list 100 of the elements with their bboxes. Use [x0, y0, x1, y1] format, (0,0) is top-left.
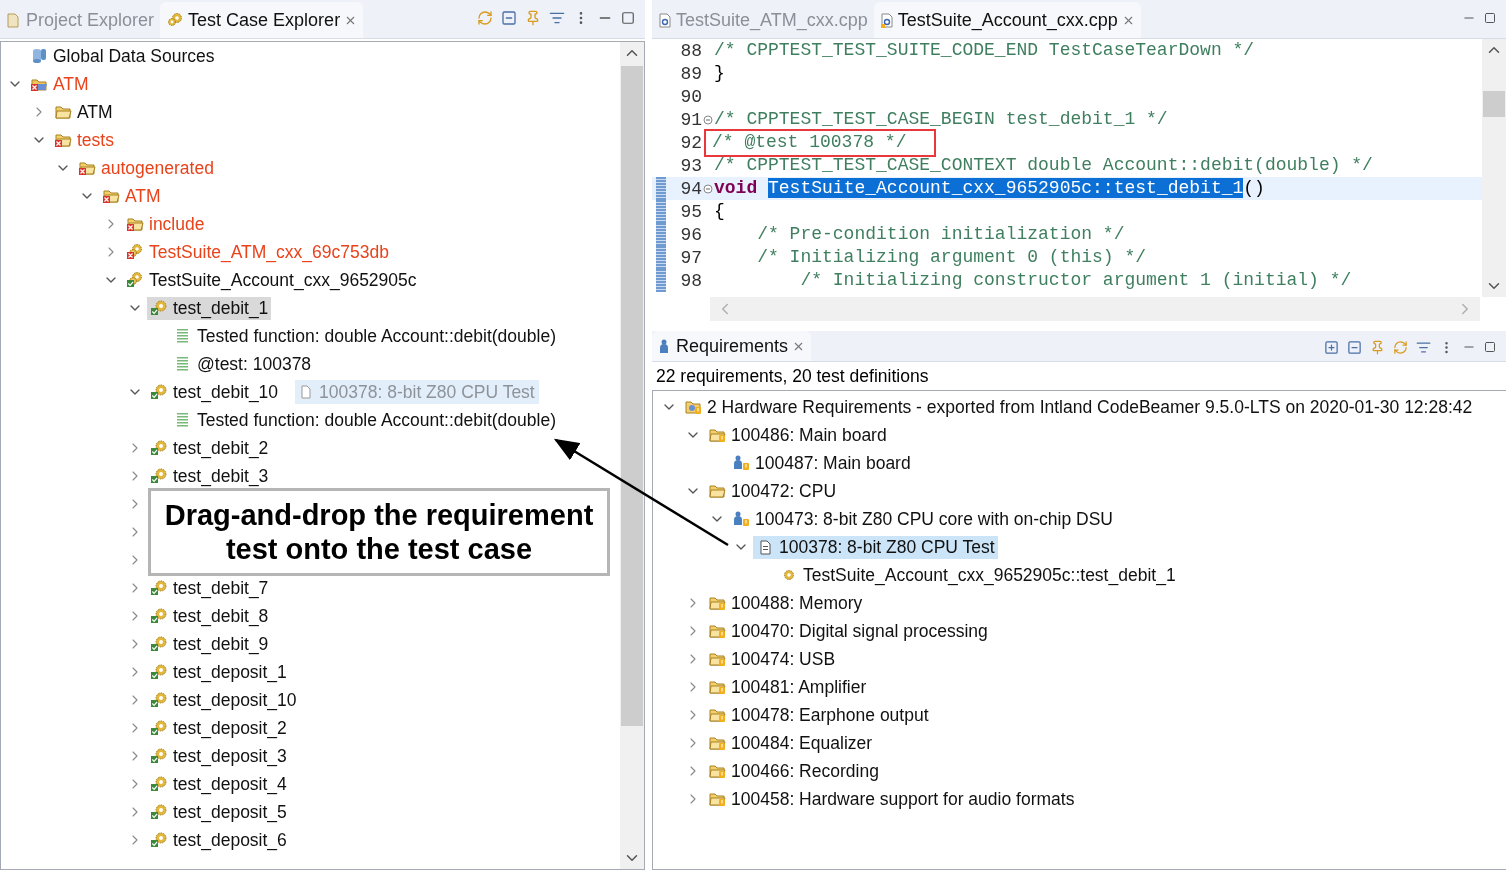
- tree-item[interactable]: test_deposit_3: [147, 744, 290, 768]
- line-number: 97: [679, 247, 702, 268]
- tree-item[interactable]: test_deposit_5: [147, 800, 290, 824]
- scrollbar[interactable]: [620, 42, 644, 869]
- tree-item[interactable]: test_debit_2: [147, 436, 272, 460]
- fold-icon[interactable]: [703, 183, 713, 194]
- tree-item[interactable]: test_deposit_6: [147, 828, 290, 852]
- gears-icon: [126, 243, 144, 261]
- tree-item[interactable]: tests: [51, 128, 117, 152]
- tree-item[interactable]: 100484: Equalizer: [705, 731, 876, 755]
- tree-item[interactable]: ATM: [99, 184, 164, 208]
- folder-icon: [708, 762, 726, 780]
- tree-item[interactable]: Global Data Sources: [27, 44, 218, 68]
- code-line: /* CPPTEST_TEST_SUITE_CODE_END TestCaseTearDown */: [714, 39, 1255, 62]
- tree-item[interactable]: Tested function: double Account::debit(double): [171, 324, 559, 348]
- page-icon: [299, 384, 314, 400]
- tree-item[interactable]: 100470: Digital signal processing: [705, 619, 991, 643]
- maximize-icon[interactable]: [1484, 341, 1496, 353]
- tree-item[interactable]: 2 Hardware Requirements - exported from Intland CodeBeamer 9.5.0-LTS on 2020-01-30 12:28:42: [681, 395, 1476, 419]
- gear-icon: [150, 803, 168, 821]
- line-number: 94: [679, 178, 702, 199]
- tree-item[interactable]: test_deposit_1: [147, 660, 290, 684]
- folder-icon: [708, 650, 726, 668]
- tree-item[interactable]: 100488: Memory: [705, 591, 866, 615]
- folder-icon: [708, 706, 726, 724]
- tree-item[interactable]: TestSuite_Account_cxx_9652905c: [123, 268, 420, 292]
- maximize-icon[interactable]: [621, 11, 635, 25]
- tree-item[interactable]: TestSuite_ATM_cxx_69c753db: [123, 240, 392, 264]
- tree-item[interactable]: test_debit_10: [147, 380, 282, 404]
- tree-item[interactable]: ATM: [27, 72, 92, 96]
- database-icon: [30, 47, 48, 65]
- tree-item[interactable]: 100478: Earphone output: [705, 703, 932, 727]
- tree-item[interactable]: 100466: Recording: [705, 759, 882, 783]
- folder-icon: [78, 159, 96, 177]
- view-tab[interactable]: Test Case Explorer: [160, 2, 364, 38]
- tree-item[interactable]: test_debit_9: [147, 632, 272, 656]
- code-line: /* Initializing argument 0 (this) */: [756, 246, 1147, 269]
- folder-icon: [708, 678, 726, 696]
- tree-item[interactable]: TestSuite_Account_cxx_9652905c::test_debit_1: [777, 563, 1179, 587]
- folder-icon: [708, 426, 726, 444]
- tree-item[interactable]: 100486: Main board: [705, 423, 890, 447]
- scrollbar[interactable]: [1482, 39, 1506, 297]
- line-number: 96: [679, 224, 702, 245]
- tree-item[interactable]: 100481: Amplifier: [705, 675, 870, 699]
- code-line: /* @test 100378 */: [706, 130, 935, 155]
- tree-item[interactable]: ATM: [51, 100, 116, 124]
- editor-tab[interactable]: TestSuite_Account_cxx.cpp: [873, 2, 1141, 38]
- filter-icon[interactable]: [549, 10, 565, 26]
- view-tab[interactable]: Requirements: [652, 331, 812, 361]
- tree-item[interactable]: test_debit_1: [147, 296, 272, 320]
- tree-item[interactable]: autogenerated: [75, 156, 217, 180]
- scrollbar[interactable]: [710, 297, 1480, 321]
- callout-text: Drag-and-drop the requirement test onto the test case: [148, 488, 610, 576]
- line-number: 89: [679, 63, 702, 84]
- tree-item[interactable]: test_deposit_2: [147, 716, 290, 740]
- filter-icon[interactable]: [1416, 339, 1431, 355]
- line-number: 93: [679, 155, 702, 176]
- person-icon: [732, 510, 750, 528]
- folder-icon: [54, 131, 72, 149]
- tree-item[interactable]: Tested function: double Account::debit(double): [171, 408, 559, 432]
- sync-icon[interactable]: [1393, 339, 1408, 355]
- tree-item[interactable]: 100378: 8-bit Z80 CPU Test: [753, 535, 998, 559]
- sync-icon[interactable]: [477, 10, 493, 26]
- gear-icon: [150, 691, 168, 709]
- expand-all-icon[interactable]: [1324, 339, 1339, 355]
- line-number: 91: [679, 109, 702, 130]
- code-line: /* CPPTEST_TEST_CASE_BEGIN test_debit_1 */: [714, 108, 1168, 131]
- code-line: /* Initializing constructor argument 1 (initial) */: [799, 269, 1352, 292]
- folder-icon: [708, 482, 726, 500]
- scroll-thumb[interactable]: [621, 66, 643, 726]
- tree-item[interactable]: 100487: Main board: [729, 451, 914, 475]
- gear-icon: [150, 719, 168, 737]
- code-line: }: [714, 62, 725, 85]
- gear-icon: [150, 607, 168, 625]
- code-line: void TestSuite_Account_cxx_9652905c::test_debit_1(): [714, 177, 1265, 200]
- pin-icon[interactable]: [1370, 339, 1385, 355]
- maximize-icon[interactable]: [1484, 12, 1496, 24]
- gear-icon: [150, 383, 168, 401]
- gear-icon: [150, 439, 168, 457]
- tree-item[interactable]: test_deposit_4: [147, 772, 290, 796]
- fold-icon[interactable]: [703, 114, 713, 125]
- scroll-thumb[interactable]: [1483, 91, 1505, 117]
- tree-item[interactable]: test_deposit_10: [147, 688, 300, 712]
- cpp-file-icon: [658, 11, 672, 29]
- collapse-all-icon[interactable]: [501, 10, 517, 26]
- cpp-file-icon: [879, 11, 894, 29]
- tree-item[interactable]: 100473: 8-bit Z80 CPU core with on-chip DSU: [729, 507, 1116, 531]
- folder-icon: [708, 594, 726, 612]
- pin-icon[interactable]: [525, 10, 541, 26]
- tree-item[interactable]: 100458: Hardware support for audio formats: [705, 787, 1078, 811]
- summary-text: 22 requirements, 20 test definitions: [655, 364, 930, 388]
- tree-item[interactable]: 100474: USB: [705, 647, 839, 671]
- tree-item[interactable]: include: [123, 212, 208, 236]
- tree-item[interactable]: test_debit_3: [147, 464, 272, 488]
- tree-item[interactable]: @test: 100378: [171, 352, 315, 376]
- collapse-all-icon[interactable]: [1347, 339, 1362, 355]
- tree-item[interactable]: test_debit_8: [147, 604, 272, 628]
- gear-icon: [150, 747, 168, 765]
- tree-item[interactable]: test_debit_7: [147, 576, 272, 600]
- tree-item[interactable]: 100472: CPU: [705, 479, 840, 503]
